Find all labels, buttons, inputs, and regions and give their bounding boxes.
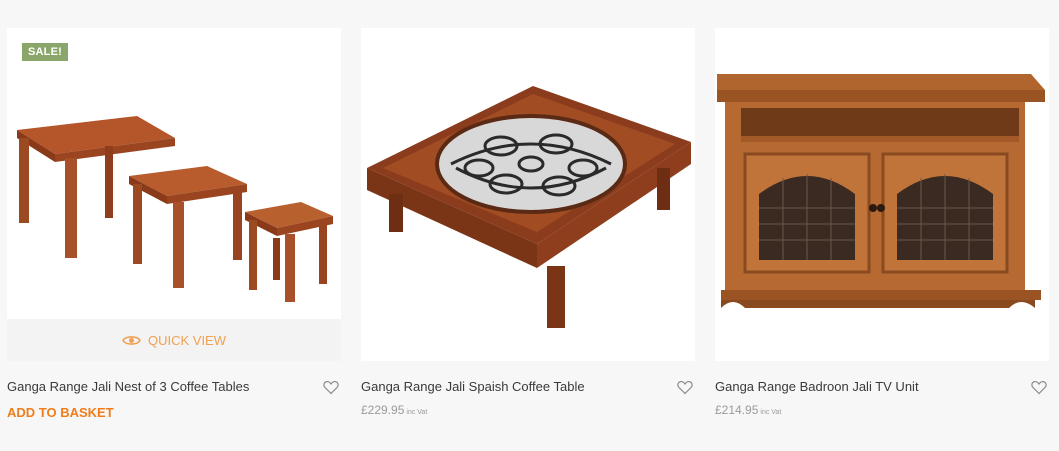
product-card: Ganga Range Jali Spaish Coffee Table £22…	[361, 28, 695, 431]
wishlist-heart-icon[interactable]	[1031, 380, 1047, 395]
price-vat: inc Vat	[760, 409, 782, 416]
tv-unit-image	[717, 74, 1045, 308]
quick-view-label: QUICK VIEW	[147, 332, 226, 348]
wishlist-heart-icon[interactable]	[323, 380, 339, 395]
price-vat: inc Vat	[406, 409, 428, 416]
product-title[interactable]: Ganga Range Jali Nest of 3 Coffee Tables	[7, 379, 341, 394]
sale-badge: SALE!	[22, 43, 68, 61]
product-title[interactable]: Ganga Range Badroon Jali TV Unit	[715, 379, 1049, 394]
price-value: £229.95	[361, 403, 405, 417]
product-card: SALE! QUICK VIEW Ganga Range Jali Nest o…	[7, 28, 341, 431]
eye-icon	[122, 335, 141, 345]
nest-of-tables-image	[17, 116, 333, 302]
product-grid: SALE! QUICK VIEW Ganga Range Jali Nest o…	[0, 0, 1059, 451]
product-image-link[interactable]: SALE! QUICK VIEW	[7, 28, 341, 361]
wishlist-heart-icon[interactable]	[677, 380, 693, 395]
product-card: Ganga Range Badroon Jali TV Unit £214.95…	[715, 28, 1049, 431]
coffee-table-image	[367, 86, 691, 328]
product-price: £229.95 inc Vat	[361, 403, 695, 417]
quick-view-button[interactable]: QUICK VIEW	[7, 319, 341, 361]
product-image-link[interactable]	[361, 28, 695, 361]
price-value: £214.95	[715, 403, 759, 417]
product-image-link[interactable]	[715, 28, 1049, 361]
product-info: Ganga Range Jali Spaish Coffee Table £22…	[361, 361, 695, 431]
product-price: £214.95 inc Vat	[715, 403, 1049, 417]
product-info: Ganga Range Jali Nest of 3 Coffee Tables…	[7, 361, 341, 431]
add-to-basket-button[interactable]: ADD TO BASKET	[7, 405, 114, 420]
product-title[interactable]: Ganga Range Jali Spaish Coffee Table	[361, 379, 695, 394]
product-info: Ganga Range Badroon Jali TV Unit £214.95…	[715, 361, 1049, 431]
